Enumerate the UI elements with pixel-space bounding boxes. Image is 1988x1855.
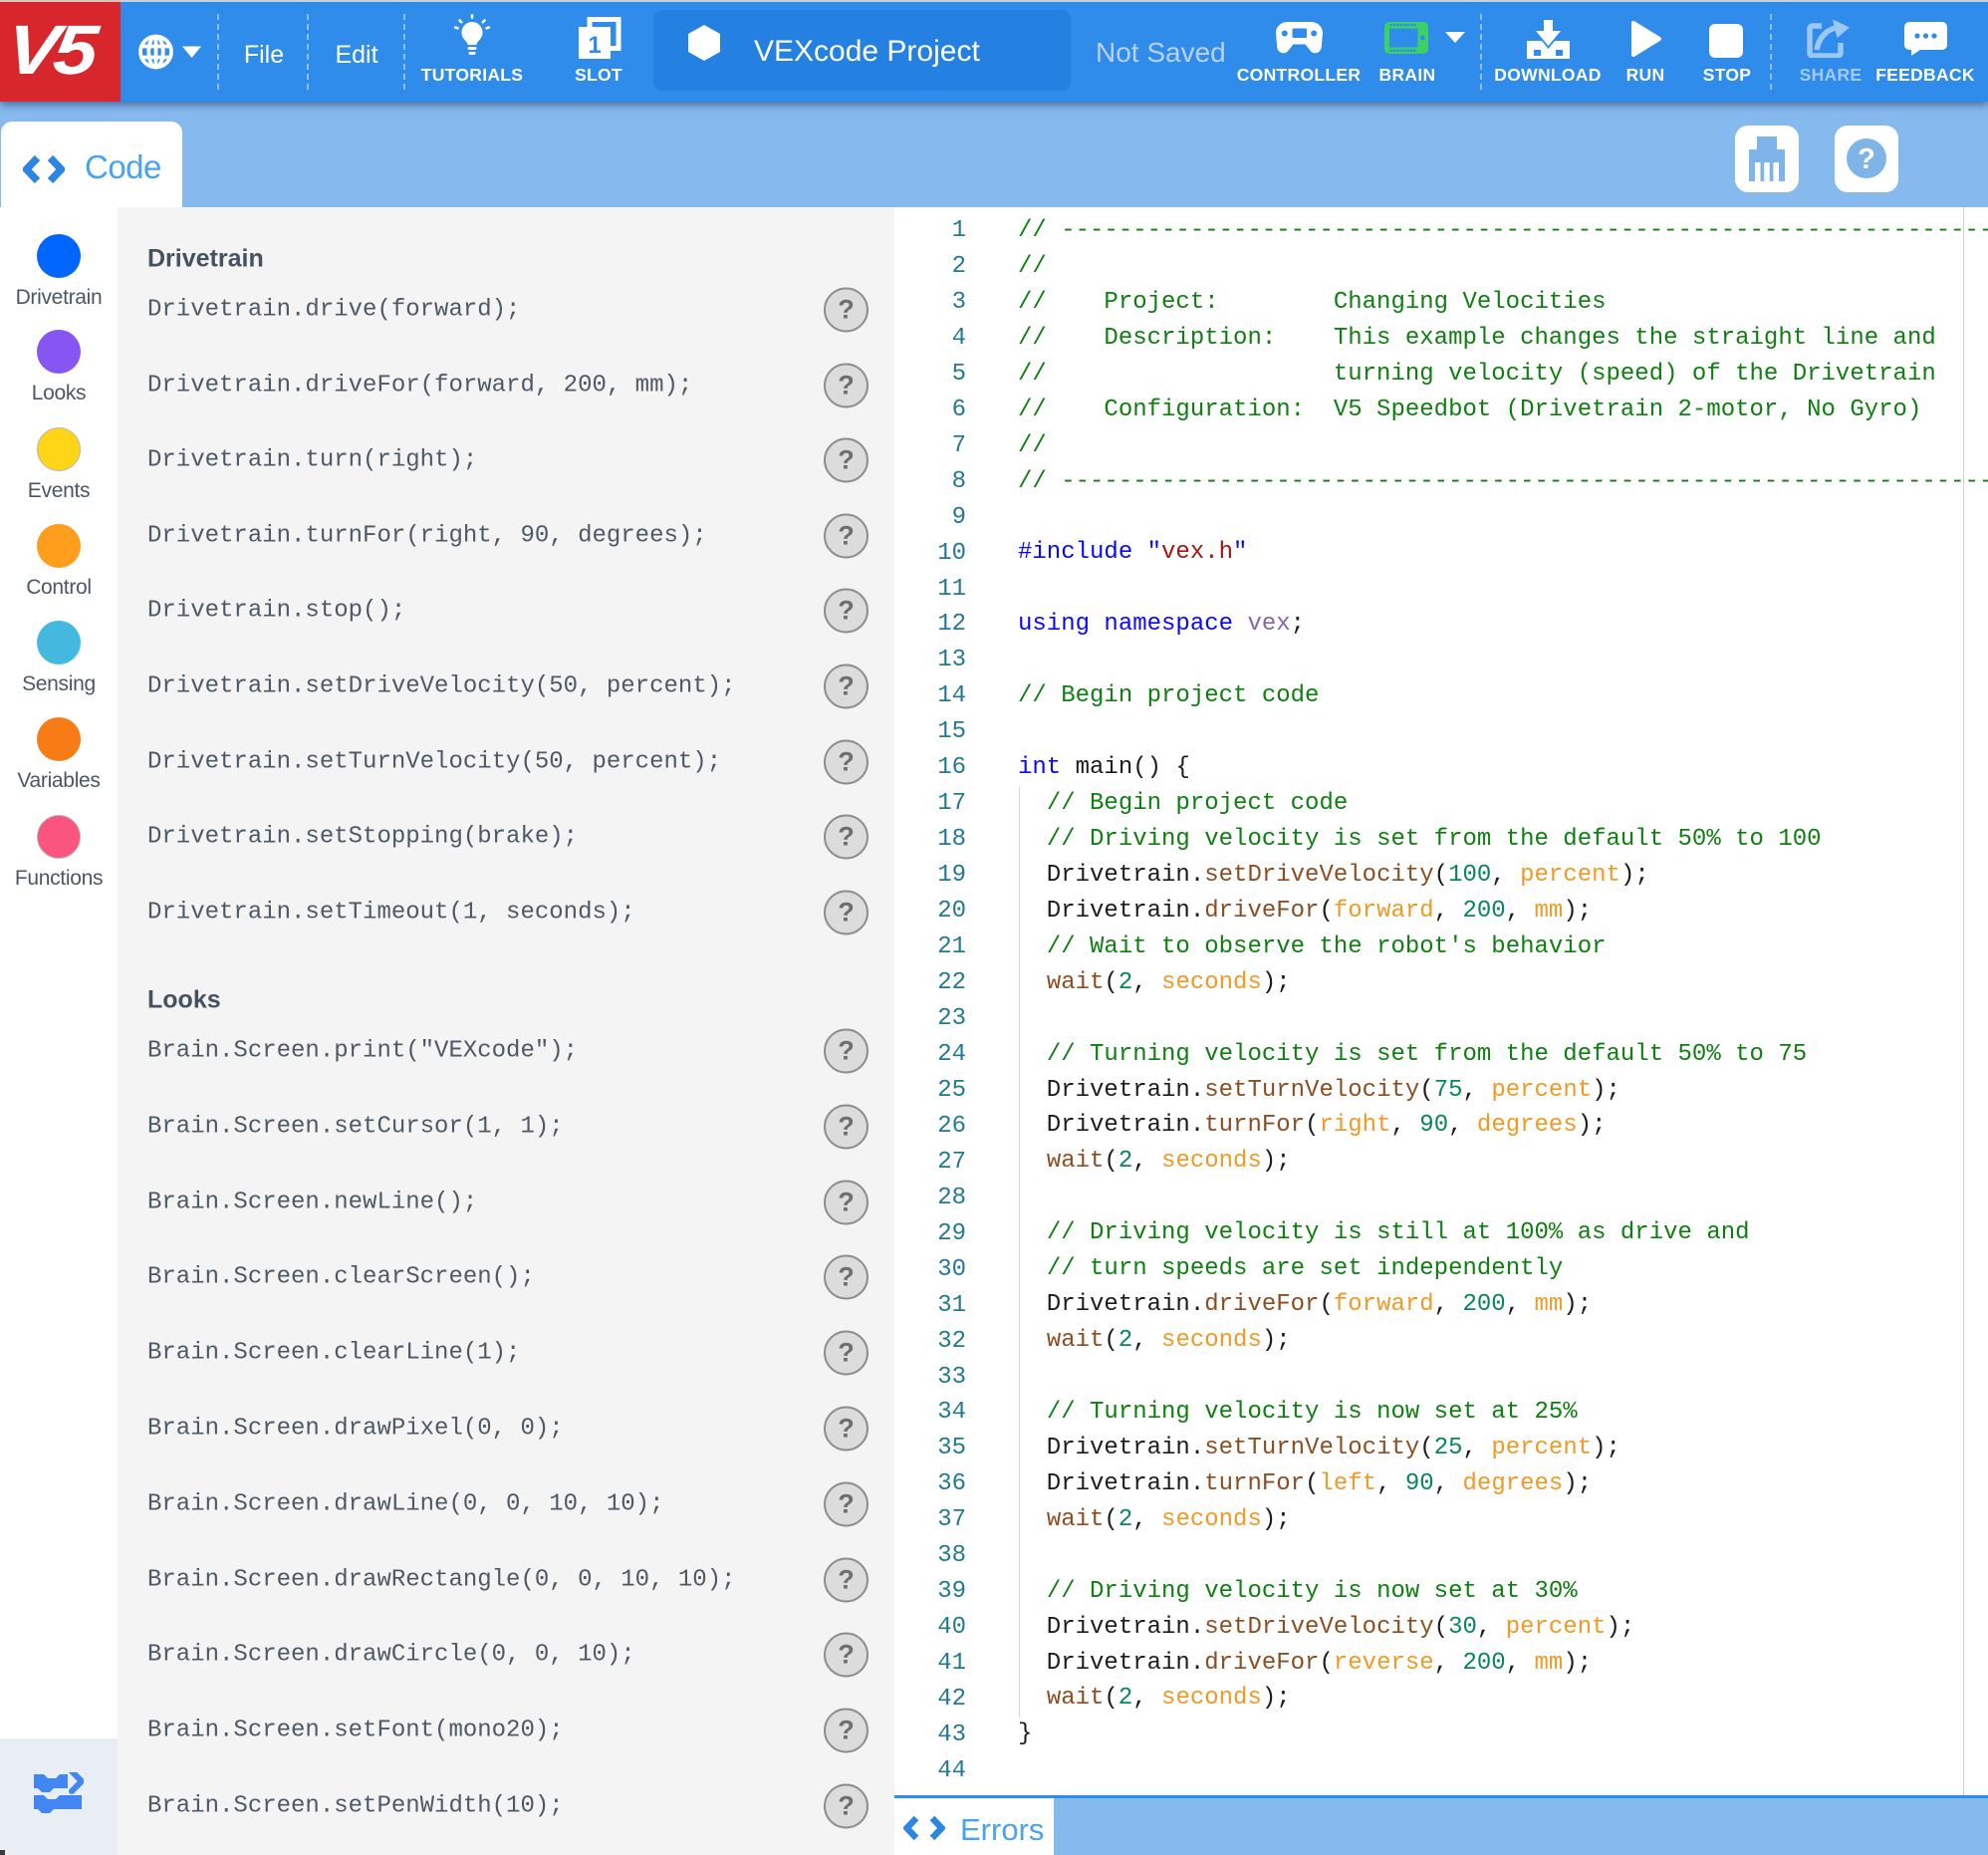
svg-text:1: 1 xyxy=(588,32,601,59)
svg-text:?: ? xyxy=(1858,143,1875,175)
